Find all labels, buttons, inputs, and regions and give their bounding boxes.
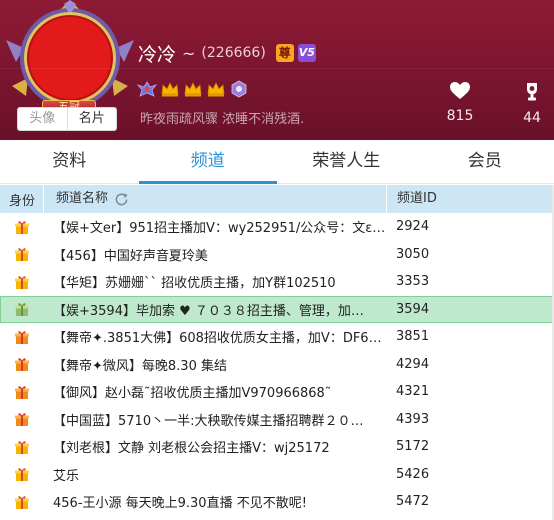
- channel-id-cell: 3851: [396, 329, 430, 345]
- role-cell: [0, 301, 43, 317]
- channel-id-cell: 2924: [396, 219, 430, 235]
- channel-id-cell: 3050: [396, 246, 430, 262]
- channel-id-cell: 5172: [396, 439, 430, 455]
- tab-channels[interactable]: 频道: [138, 140, 278, 184]
- channel-name-cell: 【中国蓝】5710丶一半:大秧歌传媒主播招聘群２０…: [53, 413, 364, 429]
- channel-id-cell: 4294: [396, 356, 430, 372]
- table-row[interactable]: 【刘老根】文静 刘老根公会招主播V：wj25172 5172: [0, 433, 554, 461]
- card-tab[interactable]: 名片: [66, 108, 117, 130]
- gift-icon: [14, 413, 29, 427]
- channel-id-cell: 3353: [396, 274, 430, 290]
- role-cell: [0, 411, 43, 427]
- table-row[interactable]: 456-王小源 每天晚上9.30直播 不见不散呢! 5472: [0, 488, 554, 516]
- table-row[interactable]: 【456】中国好声音夏玲美 3050: [0, 241, 554, 269]
- tab-honors[interactable]: 荣誉人生: [277, 140, 416, 183]
- channel-name-cell: 456-王小源 每天晚上9.30直播 不见不散呢!: [53, 496, 307, 512]
- channel-name-cell: 【娱+文er】951招主播加V：wy252951/公众号：文ε…: [53, 221, 386, 237]
- crown-icon[interactable]: [183, 80, 203, 98]
- channel-name-cell: 【御风】赵小磊˜招收优质主播加V970966868˜: [53, 386, 332, 402]
- channel-id-cell: 5472: [396, 494, 430, 510]
- table-row[interactable]: 艾乐 5426: [0, 461, 554, 489]
- role-cell: [0, 439, 43, 455]
- tab-membership[interactable]: 会员: [416, 140, 554, 183]
- name-row: 冷冷 ~ (226666) 尊 V5: [138, 40, 316, 66]
- role-cell: [0, 356, 43, 372]
- channel-name-cell: 【娱+3594】毕加索 ♥ ７０３８招主播、管理，加…: [53, 303, 364, 319]
- crown-icon[interactable]: [206, 80, 226, 98]
- main-tabs: 资料 频道 荣誉人生 会员: [0, 140, 554, 184]
- signature: 昨夜雨疏风骤 浓睡不消残酒.: [140, 112, 305, 127]
- table-row[interactable]: 【中国蓝】5710丶一半:大秧歌传媒主播招聘群２０… 4393: [0, 406, 554, 434]
- avatar-tab-switch: 头像 名片: [17, 107, 117, 131]
- crown-icon[interactable]: [160, 80, 180, 98]
- channel-id-cell: 5426: [396, 466, 430, 482]
- gift-icon: [14, 248, 29, 262]
- gift-icon: [14, 468, 29, 482]
- column-header-name[interactable]: 频道名称: [43, 185, 386, 213]
- profile-header: 五冠 头像 名片 冷冷 ~ (226666) 尊 V5: [0, 0, 554, 140]
- tab-profile[interactable]: 资料: [0, 140, 139, 183]
- trophy-count: 44: [523, 110, 541, 126]
- eagle-medal-icon[interactable]: [137, 80, 157, 98]
- trophy-stat[interactable]: 44: [502, 82, 554, 126]
- table-row[interactable]: 【舞帝✦.3851大佛】608招收优质女主播，加V：DF6… 3851: [0, 323, 554, 351]
- channel-name-cell: 【刘老根】文静 刘老根公会招主播V：wj25172: [53, 441, 330, 457]
- avatar-frame-icon: [6, 0, 134, 108]
- channel-id-cell: 3594: [396, 301, 430, 317]
- table-row[interactable]: 【华矩】苏姗姗`` 招收优质主播，加Y群102510 3353: [0, 268, 554, 296]
- column-header-role[interactable]: 身份: [0, 190, 43, 209]
- table-row[interactable]: 【娱+文er】951招主播加V：wy252951/公众号：文ε… 2924: [0, 213, 554, 241]
- medal-row: [137, 80, 249, 98]
- gift-icon: [14, 330, 29, 344]
- gem-medal-icon[interactable]: [229, 80, 249, 98]
- channel-name-cell: 【456】中国好声音夏玲美: [53, 248, 208, 264]
- gift-icon: [14, 385, 29, 399]
- user-id: (226666): [201, 45, 266, 61]
- column-header-name-label: 频道名称: [56, 191, 109, 206]
- column-header-id[interactable]: 频道ID: [386, 185, 554, 213]
- role-cell: [0, 466, 43, 482]
- role-cell: [0, 274, 43, 290]
- channel-name-cell: 艾乐: [53, 468, 80, 484]
- channel-table-body: 【娱+文er】951招主播加V：wy252951/公众号：文ε… 2924 【456…: [0, 213, 554, 516]
- gift-icon: [14, 303, 29, 317]
- likes-count: 815: [446, 108, 474, 124]
- gift-icon: [14, 495, 29, 509]
- role-cell: [0, 384, 43, 400]
- channel-id-cell: 4393: [396, 411, 430, 427]
- gift-icon: [14, 440, 29, 454]
- channel-name-cell: 【舞帝✦微风】每晚8.30 集结: [53, 358, 227, 374]
- avatar[interactable]: 五冠: [2, 0, 138, 116]
- table-row[interactable]: 【娱+3594】毕加索 ♥ ７０３８招主播、管理，加… 3594: [0, 295, 554, 323]
- vip-badge[interactable]: V5: [297, 44, 316, 62]
- channel-table-header: 身份 频道名称 频道ID: [0, 185, 554, 213]
- role-cell: [0, 246, 43, 262]
- table-row[interactable]: 【舞帝✦微风】每晚8.30 集结 4294: [0, 351, 554, 379]
- channel-name-cell: 【华矩】苏姗姗`` 招收优质主播，加Y群102510: [53, 276, 336, 292]
- gift-icon: [14, 358, 29, 372]
- gift-icon: [14, 220, 29, 234]
- nickname-suffix: ~: [182, 43, 196, 63]
- role-cell: [0, 329, 43, 345]
- trophy-icon: [527, 83, 537, 101]
- role-cell: [0, 494, 43, 510]
- refresh-icon[interactable]: [114, 192, 129, 207]
- likes-stat[interactable]: 815: [430, 82, 490, 124]
- gift-icon: [14, 275, 29, 289]
- role-cell: [0, 219, 43, 235]
- avatar-tab[interactable]: 头像: [18, 108, 67, 130]
- heart-icon: [450, 82, 470, 99]
- noble-badge[interactable]: 尊: [275, 44, 294, 62]
- channel-id-cell: 4321: [396, 384, 430, 400]
- channel-name-cell: 【舞帝✦.3851大佛】608招收优质女主播，加V：DF6…: [53, 331, 382, 347]
- nickname: 冷冷: [138, 43, 177, 66]
- table-row[interactable]: 【御风】赵小磊˜招收优质主播加V970966868˜ 4321: [0, 378, 554, 406]
